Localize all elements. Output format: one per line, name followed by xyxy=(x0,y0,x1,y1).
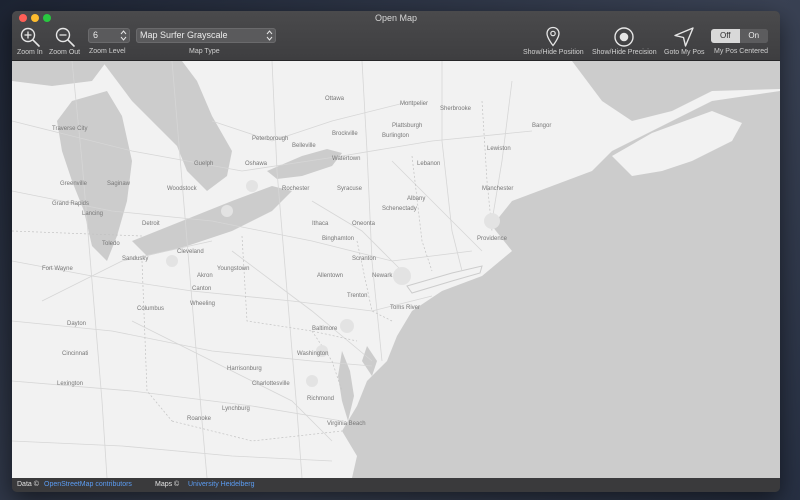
map-label: Binghamton xyxy=(322,236,355,242)
map-label: Canton xyxy=(192,286,212,292)
zoom-in-button[interactable]: Zoom In xyxy=(17,25,43,56)
map-label: Lebanon xyxy=(417,161,441,167)
chesapeake-bay xyxy=(338,351,354,421)
map-view[interactable]: Ottawa Montpelier Sherbrooke Bangor Burl… xyxy=(12,61,780,478)
stepper-arrows-icon[interactable] xyxy=(120,29,127,42)
lake-ontario xyxy=(267,149,342,179)
map-label: Toledo xyxy=(102,241,120,247)
map-label: Harrisonburg xyxy=(227,366,262,372)
map-type-select[interactable]: Map Surfer Grayscale xyxy=(136,28,276,43)
map-label: Lewiston xyxy=(487,146,511,152)
status-bar: Data © OpenStreetMap contributors Maps ©… xyxy=(12,478,780,492)
goto-my-pos-button[interactable]: Goto My Pos xyxy=(664,25,704,56)
map-label: Belleville xyxy=(292,143,316,149)
map-label: Akron xyxy=(197,273,213,279)
toggle-on-button[interactable]: On xyxy=(739,29,768,43)
map-label: Providence xyxy=(477,236,508,242)
maps-credit-label: Maps © xyxy=(155,481,180,488)
map-label: Brockville xyxy=(332,131,358,137)
map-label: Cleveland xyxy=(177,249,204,255)
map-label: Fort Wayne xyxy=(42,266,73,272)
show-hide-position-label: Show/Hide Position xyxy=(523,49,584,56)
map-label: Roanoke xyxy=(187,416,212,422)
map-label: Oshawa xyxy=(245,161,268,167)
select-arrows-icon xyxy=(266,29,273,42)
delaware-bay xyxy=(362,346,377,376)
show-hide-precision-button[interactable]: Show/Hide Precision xyxy=(592,25,657,56)
show-hide-precision-label: Show/Hide Precision xyxy=(592,49,657,56)
map-label: Bangor xyxy=(532,123,552,129)
zoom-out-button[interactable]: Zoom Out xyxy=(49,25,80,56)
map-label: Syracuse xyxy=(337,186,363,192)
map-label: Lynchburg xyxy=(222,406,250,412)
map-label: Scranton xyxy=(352,256,377,262)
map-label: Schenectady xyxy=(382,206,417,212)
map-label: Newark xyxy=(372,273,393,279)
map-label: Detroit xyxy=(142,221,160,227)
lake-superior xyxy=(12,61,107,86)
toggle-off-button[interactable]: Off xyxy=(711,29,740,43)
map-label: Toms River xyxy=(390,305,421,311)
map-label: Washington xyxy=(297,351,329,357)
goto-my-pos-label: Goto My Pos xyxy=(664,49,705,56)
map-label: Montpelier xyxy=(400,101,429,107)
zoom-level-label: Zoom Level xyxy=(89,48,126,55)
map-label: Burlington xyxy=(382,133,410,139)
map-label: Plattsburgh xyxy=(392,123,423,129)
map-label: Sandusky xyxy=(122,256,149,262)
map-label: Woodstock xyxy=(167,186,197,192)
zoom-out-label: Zoom Out xyxy=(49,49,81,56)
map-label: Dayton xyxy=(67,321,87,327)
map-label: Peterborough xyxy=(252,136,289,142)
map-label: Traverse City xyxy=(52,126,88,132)
map-label: Lancing xyxy=(82,211,104,217)
my-pos-centered-label: My Pos Centered xyxy=(714,48,769,55)
data-credit-label: Data © xyxy=(17,481,39,488)
zoom-level-value: 6 xyxy=(93,30,99,40)
map-label: Trenton xyxy=(347,293,368,299)
map-label: Greenville xyxy=(60,181,88,187)
window-title: Open Map xyxy=(374,13,418,23)
map-label: Albany xyxy=(407,196,426,202)
map-label: Rochester xyxy=(282,186,310,192)
toolbar: Open Map Zoom In Zoom Out 6 Zoom Level M… xyxy=(12,11,780,61)
openstreetmap-link[interactable]: OpenStreetMap contributors xyxy=(44,478,132,492)
map-label: Charlottesville xyxy=(252,381,290,387)
map-label: Allentown xyxy=(317,273,344,279)
show-hide-position-button[interactable]: Show/Hide Position xyxy=(523,25,584,56)
map-label: Baltimore xyxy=(312,326,338,332)
open-map-window: Open Map Zoom In Zoom Out 6 Zoom Level M… xyxy=(12,11,780,492)
map-label: Sherbrooke xyxy=(440,106,472,112)
map-label: Grand Rapids xyxy=(52,201,90,207)
map-label: Guelph xyxy=(194,161,214,167)
map-label: Ithaca xyxy=(312,221,329,227)
location-pin-icon xyxy=(545,25,561,48)
zoom-out-icon xyxy=(54,25,76,48)
map-label: Oneonta xyxy=(352,221,376,227)
map-type-label: Map Type xyxy=(189,48,220,55)
my-pos-centered-toggle[interactable]: Off On xyxy=(711,29,768,43)
map-label: Watertown xyxy=(332,156,361,162)
zoom-in-icon xyxy=(19,25,41,48)
map-label: Manchester xyxy=(482,186,514,192)
location-arrow-icon xyxy=(673,25,695,48)
map-label: Cincinnati xyxy=(62,351,89,357)
map-label: Ottawa xyxy=(325,96,345,102)
map-label: Wheeling xyxy=(190,301,216,307)
precision-target-icon xyxy=(613,25,635,48)
map-label: Lexington xyxy=(57,381,84,387)
zoom-level-stepper[interactable]: 6 xyxy=(88,28,130,43)
map-label: Richmond xyxy=(307,396,335,402)
zoom-in-label: Zoom In xyxy=(17,49,43,56)
university-heidelberg-link[interactable]: University Heidelberg xyxy=(188,478,255,492)
map-label: Columbus xyxy=(137,306,165,312)
map-type-value: Map Surfer Grayscale xyxy=(140,30,228,40)
map-label: Youngstown xyxy=(217,266,250,272)
map-label: Saginaw xyxy=(107,181,131,187)
map-label: Virginia Beach xyxy=(327,421,366,427)
